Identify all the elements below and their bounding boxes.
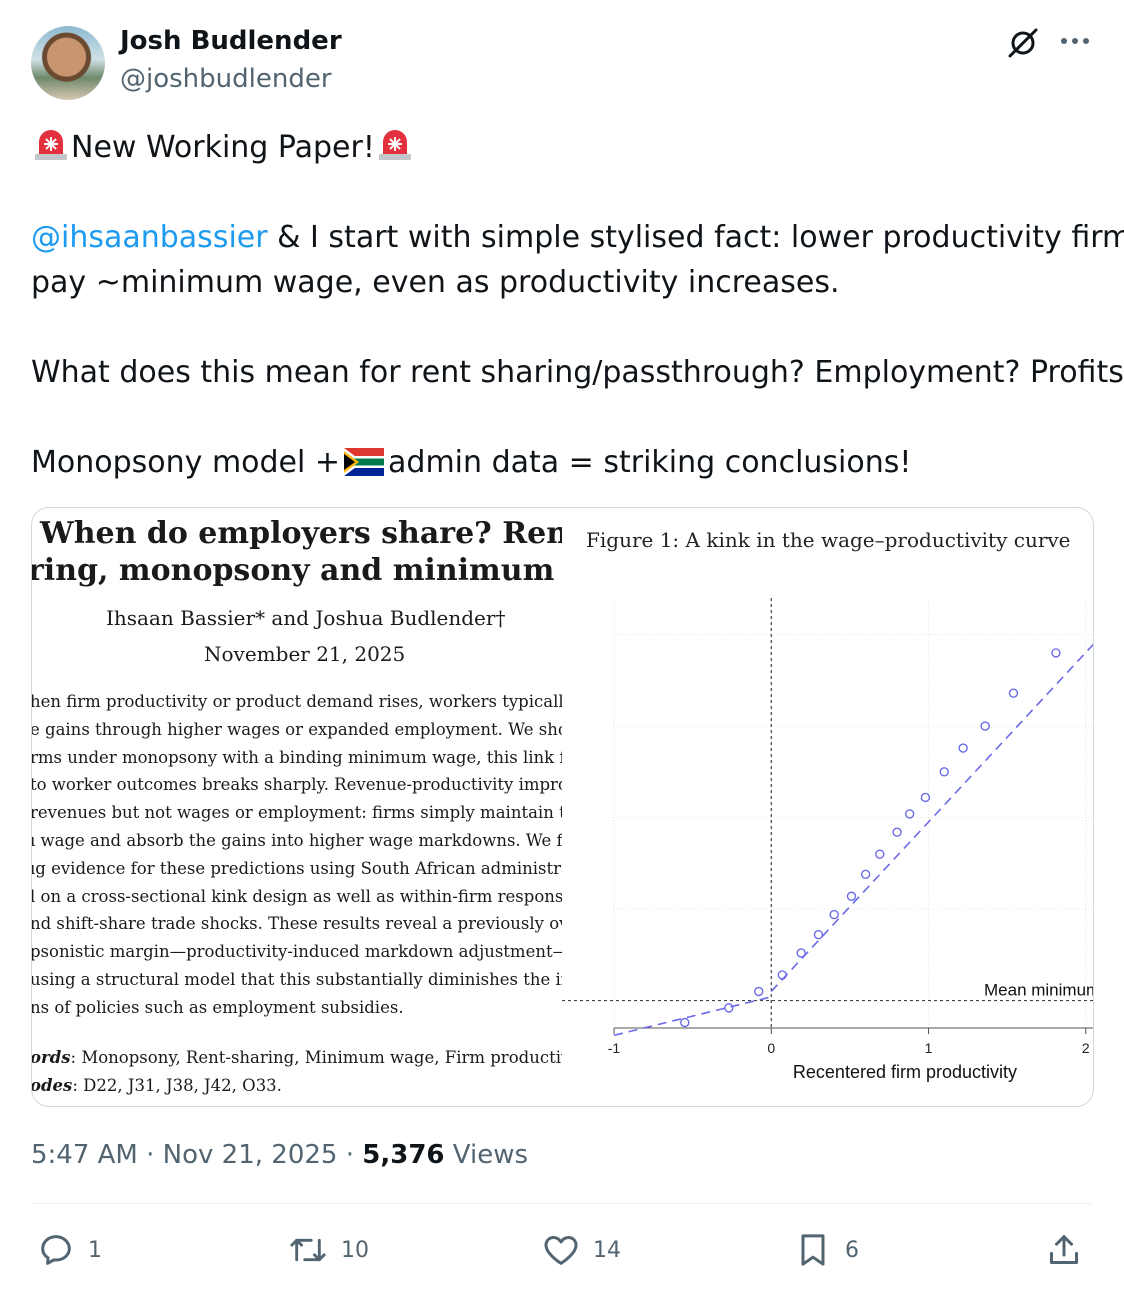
like-button[interactable]: 14 — [541, 1230, 621, 1270]
mention-link[interactable]: @ihsaanbassier — [31, 220, 268, 255]
data-point — [813, 929, 824, 940]
bookmark-icon — [801, 1234, 825, 1266]
data-point — [904, 809, 915, 819]
paper-abstract-panel: When do employers share? Rent ring, mono… — [32, 508, 562, 1106]
bookmark-button[interactable]: 6 — [793, 1230, 859, 1270]
share-button[interactable] — [1044, 1230, 1084, 1270]
meta-separator: · — [137, 1140, 163, 1170]
tweet-meta: 5:47 AM · Nov 21, 2025 · 5,376 Views — [31, 1140, 528, 1170]
abstract-line: e gains through higher wages or expanded… — [32, 719, 562, 739]
more-options-icon[interactable] — [1058, 30, 1092, 52]
abstract-line: using a structural model that this subst… — [32, 969, 562, 989]
data-point — [1008, 688, 1019, 698]
x-tick-label: 1 — [925, 1040, 933, 1056]
grok-icon[interactable] — [1006, 26, 1040, 60]
data-point — [829, 909, 839, 920]
avatar[interactable] — [31, 26, 105, 100]
data-point — [1051, 648, 1061, 658]
keywords-text: : Monopsony, Rent-sharing, Minimum wage,… — [70, 1048, 562, 1067]
abstract-line: ıg evidence for these predictions using … — [32, 858, 562, 878]
data-point — [860, 869, 871, 879]
media-image[interactable]: When do employers share? Rent ring, mono… — [31, 507, 1094, 1107]
x-tick-label: 0 — [767, 1040, 775, 1056]
tweet-line-3: pay ~minimum wage, even as productivity … — [31, 265, 840, 300]
divider — [31, 1203, 1092, 1204]
data-point — [958, 743, 968, 753]
south-africa-flag-icon — [344, 448, 385, 476]
x-tick-label: 2 — [1082, 1040, 1090, 1056]
tweet-line-2: @ihsaanbassier & I start with simple sty… — [31, 215, 1124, 260]
abstract-line: rms under monopsony with a binding minim… — [32, 747, 562, 767]
data-point — [724, 1003, 734, 1013]
share-icon — [1050, 1235, 1078, 1264]
tweet-headline: New Working Paper! — [71, 130, 375, 165]
chart-plot: Mean minimum v -1 0 1 2 Recentered firm produ… — [562, 598, 1093, 1082]
keywords-label: ords — [32, 1048, 71, 1067]
data-point — [920, 792, 931, 803]
tweet-date[interactable]: Nov 21, 2025 — [163, 1140, 338, 1170]
paper-keywords: ords: Monopsony, Rent-sharing, Minimum w… — [32, 1048, 562, 1067]
paper-title-line-1: When do employers share? Rent — [40, 516, 562, 551]
data-point — [846, 891, 857, 901]
author-handle[interactable]: @joshbudlender — [120, 64, 332, 94]
views-label: Views — [444, 1140, 529, 1170]
data-point — [777, 970, 787, 980]
x-tick-label: -1 — [608, 1040, 621, 1056]
repost-icon — [290, 1238, 326, 1262]
data-point — [875, 849, 885, 859]
reply-icon — [41, 1235, 71, 1265]
abstract-line: psonistic margin—productivity-induced ma… — [32, 942, 562, 962]
tweet-line-2-text: & I start with simple stylised fact: low… — [267, 220, 1124, 255]
data-point — [980, 721, 990, 731]
abstract-line: to worker outcomes breaks sharply. Reven… — [32, 775, 562, 795]
reply-count: 1 — [88, 1237, 102, 1263]
tweet-time[interactable]: 5:47 AM — [31, 1140, 138, 1170]
siren-emoji-icon — [35, 130, 67, 160]
paper-jel-codes: odes: D22, J31, J38, J42, O33. — [32, 1076, 282, 1095]
tweet-line-1: New Working Paper! — [31, 125, 1101, 170]
abstract-line: ns of policies such as employment subsid… — [32, 997, 404, 1017]
abstract-line: ı wage and absorb the gains into higher … — [32, 830, 562, 850]
abstract-line: nd shift-share trade shocks. These resul… — [32, 914, 562, 934]
tweet-line-5-a: Monopsony model + — [31, 445, 341, 480]
chart-figure: Figure 1: A kink in the wage–productivit… — [562, 508, 1093, 1106]
like-count: 14 — [593, 1237, 621, 1263]
x-axis-label: Recentered firm productivity — [793, 1062, 1017, 1082]
repost-button[interactable]: 10 — [287, 1230, 369, 1270]
data-point — [796, 948, 806, 958]
paper-authors: Ihsaan Bassier* and Joshua Budlender† — [106, 606, 506, 630]
codes-text: : D22, J31, J38, J42, O33. — [72, 1076, 282, 1095]
author-name[interactable]: Josh Budlender — [120, 26, 342, 56]
data-point — [680, 1017, 690, 1028]
siren-emoji-icon — [378, 130, 411, 160]
heart-icon — [544, 1236, 578, 1265]
abstract-line: hen firm productivity or product demand … — [32, 692, 562, 711]
views-count: 5,376 — [362, 1140, 445, 1170]
reference-line-label: Mean minimum v — [984, 981, 1093, 1000]
bookmark-count: 6 — [845, 1237, 859, 1263]
repost-count: 10 — [341, 1237, 369, 1263]
tweet-text: New Working Paper! @ihsaanbassier & I st… — [31, 125, 1124, 485]
tweet-line-4: What does this mean for rent sharing/pas… — [31, 355, 1124, 390]
data-point — [939, 767, 949, 777]
reply-button[interactable]: 1 — [36, 1230, 102, 1270]
tweet-line-5: Monopsony model + admin data = striking … — [31, 440, 1101, 485]
tweet-line-5-b: admin data = striking conclusions! — [388, 445, 912, 480]
paper-title-line-2: ring, monopsony and minimum wa — [32, 553, 562, 588]
codes-label: odes — [32, 1076, 73, 1095]
paper-date: November 21, 2025 — [204, 642, 406, 666]
data-point — [753, 986, 764, 997]
abstract-line: revenues but not wages or employment: fi… — [32, 803, 562, 823]
paper-abstract: hen firm productivity or product demand … — [32, 688, 562, 1022]
abstract-line: l on a cross-sectional kink design as we… — [32, 886, 562, 906]
fit-line — [613, 996, 772, 1037]
meta-separator: · — [337, 1140, 363, 1170]
data-point — [892, 827, 902, 837]
